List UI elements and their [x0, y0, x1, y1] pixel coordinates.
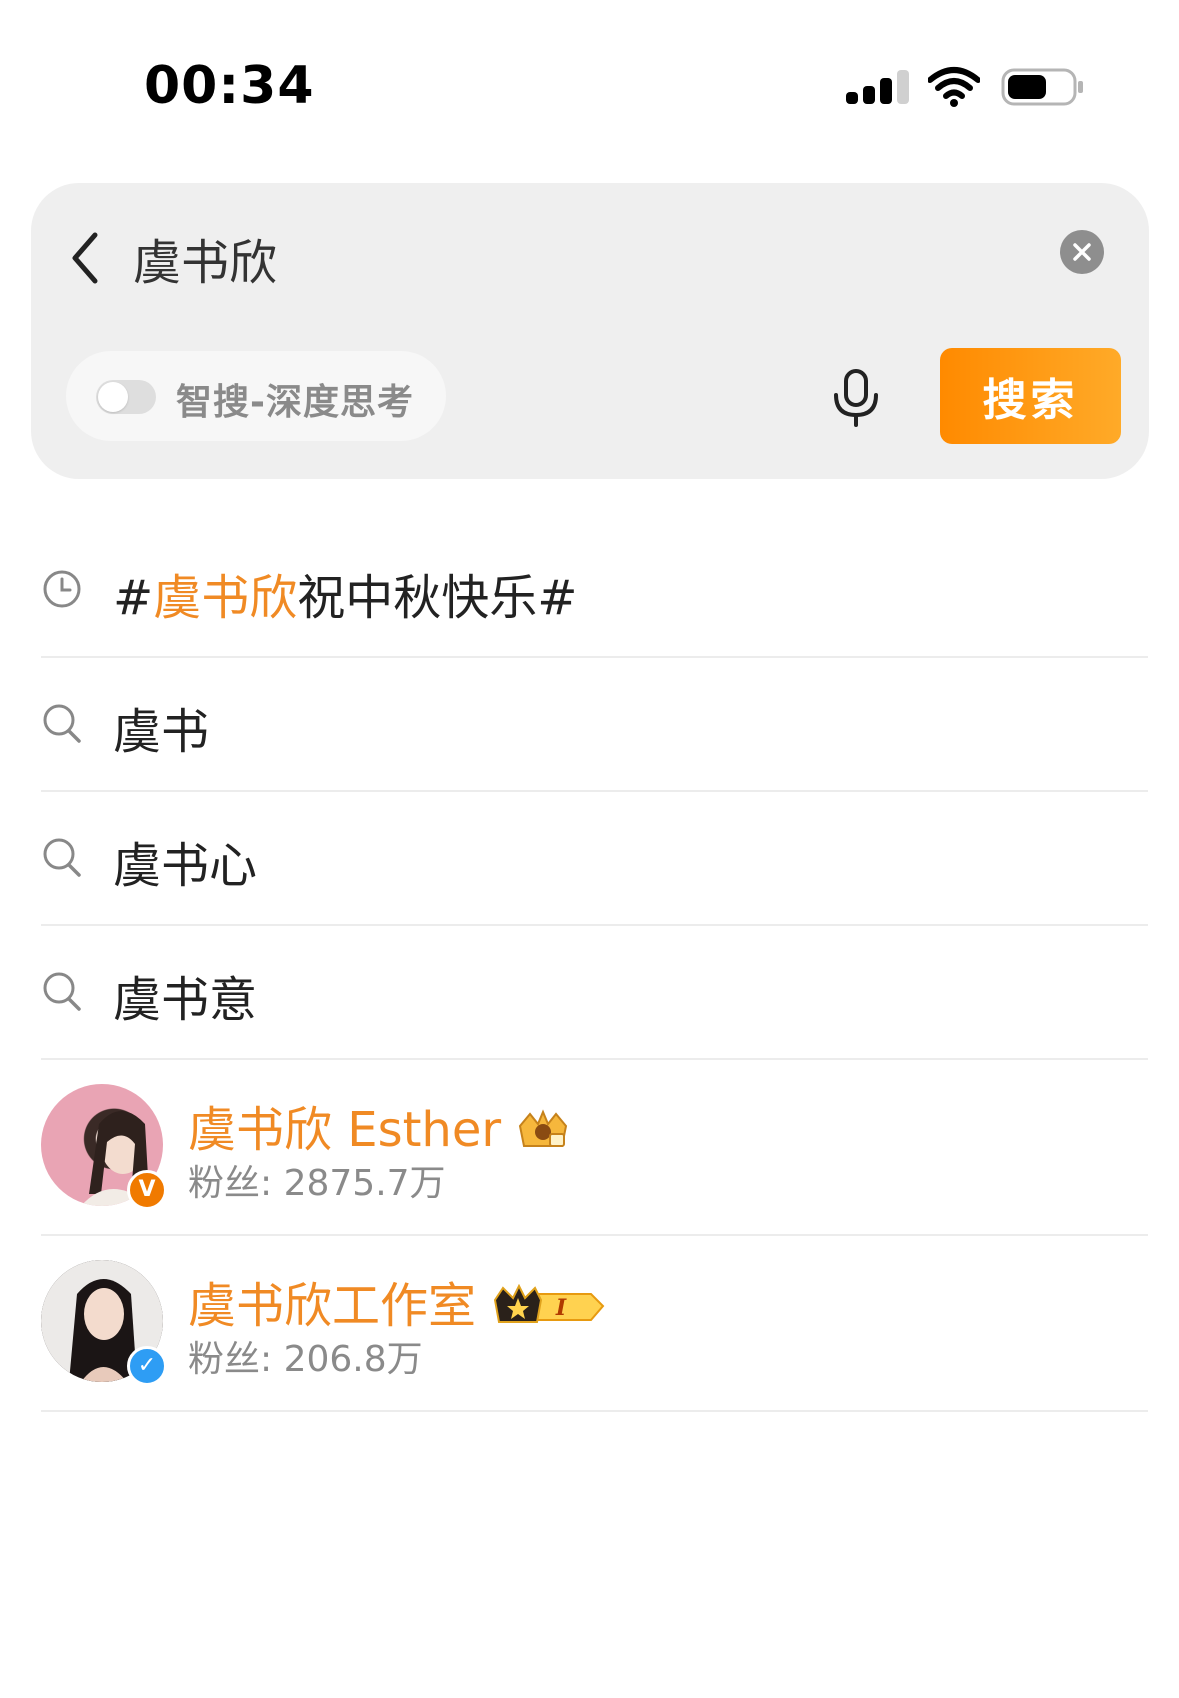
suggestion-item[interactable]: 虞书 — [41, 656, 1148, 792]
suggestion-label: 虞书意 — [113, 972, 258, 1028]
history-item-label: #虞书欣祝中秋快乐# — [113, 570, 578, 626]
status-bar: 00:34 — [0, 0, 1179, 140]
svg-text:I: I — [555, 1295, 567, 1321]
history-item[interactable]: #虞书欣祝中秋快乐# — [41, 522, 1148, 658]
smart-search-toggle[interactable]: 智搜-深度思考 — [66, 351, 446, 441]
suggestion-item[interactable]: 虞书意 — [41, 924, 1148, 1060]
user-name: 虞书欣工作室 I — [188, 1266, 607, 1336]
cellular-signal-icon — [846, 70, 909, 104]
status-time: 00:34 — [144, 56, 315, 116]
suggestion-item[interactable]: 虞书心 — [41, 790, 1148, 926]
clear-icon[interactable] — [1060, 230, 1104, 274]
user-fans-count: 粉丝: 2875.7万 — [188, 1163, 446, 1204]
microphone-icon[interactable] — [831, 369, 881, 427]
search-button[interactable]: 搜索 — [940, 348, 1121, 444]
wifi-icon — [928, 67, 980, 107]
user-result-item[interactable]: ✓ 虞书欣工作室 I 粉丝: 206.8万 — [41, 1234, 1148, 1412]
search-icon — [43, 972, 81, 1011]
battery-icon — [1001, 68, 1083, 106]
user-fans-count: 粉丝: 206.8万 — [188, 1339, 423, 1380]
smart-search-label: 智搜-深度思考 — [176, 382, 414, 423]
suggestion-label: 虞书 — [113, 704, 210, 760]
search-icon — [43, 838, 81, 877]
suggestion-label: 虞书心 — [113, 838, 258, 894]
verified-badge-blue: ✓ — [127, 1346, 167, 1386]
toggle-switch[interactable] — [96, 380, 156, 414]
crown-level-icon: I — [494, 1283, 605, 1323]
verified-badge-orange: V — [127, 1170, 167, 1210]
toggle-knob — [98, 382, 128, 412]
back-chevron-icon[interactable] — [67, 229, 103, 287]
search-icon — [43, 704, 81, 743]
search-card: 虞书欣 智搜-深度思考 搜索 — [31, 183, 1149, 479]
crown-gold-icon — [519, 1109, 568, 1147]
user-result-item[interactable]: V 虞书欣 Esther 粉丝: 2875.7万 — [41, 1058, 1148, 1236]
clock-icon — [43, 570, 81, 608]
user-name: 虞书欣 Esther — [188, 1090, 570, 1160]
search-input[interactable]: 虞书欣 — [133, 223, 277, 293]
